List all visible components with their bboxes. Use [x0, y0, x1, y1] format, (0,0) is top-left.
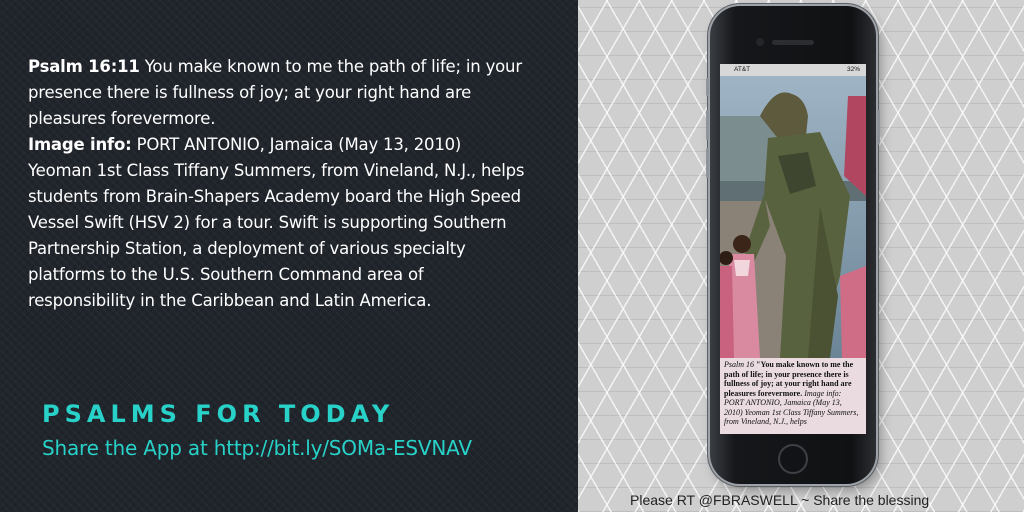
- retweet-note: Please RT @FBRASWELL ~ Share the blessin…: [630, 492, 930, 508]
- volume-up-button: [706, 110, 709, 140]
- volume-down-button: [706, 148, 709, 178]
- image-info-body: PORT ANTONIO, Jamaica (May 13, 2010) Yeo…: [28, 135, 525, 310]
- power-button: [877, 110, 880, 144]
- mute-switch: [706, 78, 709, 96]
- share-app-link[interactable]: Share the App at http://bit.ly/SOMa-ESVN…: [42, 436, 472, 460]
- carrier-label: AT&T: [734, 66, 751, 73]
- front-camera-icon: [756, 38, 764, 46]
- left-panel: Psalm 16:11 You make known to me the pat…: [0, 0, 578, 512]
- verse-text-block: Psalm 16:11 You make known to me the pat…: [28, 54, 528, 314]
- status-bar: AT&T 32%: [720, 64, 866, 76]
- battery-label: 32%: [846, 66, 860, 73]
- caption-info-body: PORT ANTONIO, Jamaica (May 13, 2010) Yeo…: [724, 398, 859, 426]
- home-button: [778, 444, 808, 474]
- right-panel: AT&T 32% Psalm 16 "You make known to me …: [578, 0, 1024, 512]
- earpiece-speaker: [772, 40, 814, 45]
- brand-title: PSALMS FOR TODAY: [42, 400, 395, 428]
- verse-reference: Psalm 16:11: [28, 57, 140, 76]
- phone-screen: AT&T 32% Psalm 16 "You make known to me …: [720, 64, 866, 434]
- phone-mockup: AT&T 32% Psalm 16 "You make known to me …: [706, 6, 880, 484]
- phone-caption: Psalm 16 "You make known to me the path …: [720, 358, 866, 434]
- image-info-label: Image info:: [28, 135, 132, 154]
- caption-reference: Psalm 16: [724, 360, 754, 369]
- sailor-photo: [720, 76, 866, 358]
- caption-info-label: Image info:: [804, 388, 842, 398]
